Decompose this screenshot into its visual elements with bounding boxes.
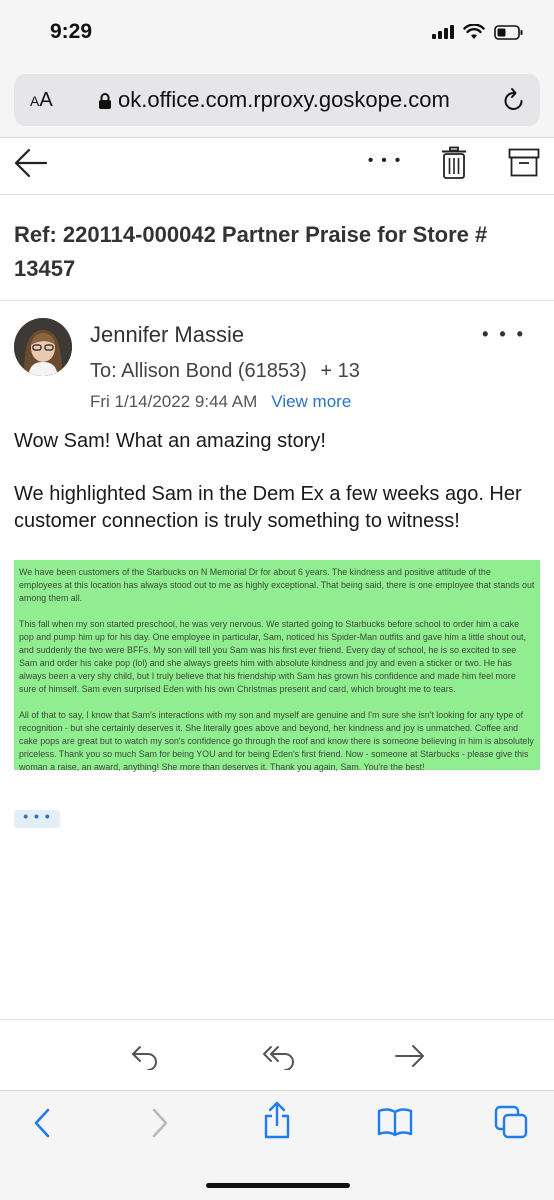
back-arrow-icon[interactable]	[14, 148, 48, 178]
reload-icon[interactable]	[502, 87, 526, 113]
address-bar[interactable]: AA ok.office.com.rproxy.goskope.com	[14, 74, 540, 126]
browser-address-area: AA ok.office.com.rproxy.goskope.com	[0, 66, 554, 138]
email-subject: Ref: 220114-000042 Partner Praise for St…	[14, 222, 488, 281]
sender-name: Jennifer Massie	[90, 322, 245, 347]
mail-toolbar: • • •	[0, 138, 554, 194]
reply-actions	[0, 1020, 554, 1090]
status-icons	[432, 24, 524, 40]
to-label: To:	[90, 360, 117, 382]
status-time: 9:29	[50, 20, 93, 43]
show-trimmed-content-button[interactable]: • • •	[14, 809, 60, 828]
share-icon[interactable]	[262, 1101, 292, 1139]
forward-icon[interactable]	[394, 1044, 426, 1068]
quoted-paragraph-3: All of that to say, I know that Sam's in…	[19, 710, 534, 772]
view-more-link[interactable]: View more	[271, 392, 351, 411]
reader-settings-button[interactable]: AA	[30, 89, 53, 112]
date-line: Fri 1/14/2022 9:44 AM View more	[90, 392, 351, 412]
trash-icon[interactable]	[440, 146, 468, 180]
url-text[interactable]: ok.office.com.rproxy.goskope.com	[118, 87, 492, 113]
quoted-message: We have been customers of the Starbucks …	[14, 560, 540, 772]
bookmarks-icon[interactable]	[377, 1107, 413, 1137]
archive-icon[interactable]	[508, 148, 540, 178]
subject-divider	[0, 300, 554, 301]
message-more-button[interactable]: • • •	[482, 324, 526, 345]
tabs-icon[interactable]	[494, 1105, 528, 1139]
wifi-icon	[463, 24, 485, 39]
reply-icon[interactable]	[130, 1044, 160, 1070]
home-indicator[interactable]	[206, 1183, 350, 1188]
browser-back-icon[interactable]	[32, 1107, 52, 1139]
body-line-1: Wow Sam! What an amazing story!	[14, 430, 326, 452]
lock-icon	[99, 93, 111, 109]
sender-avatar[interactable]	[14, 318, 72, 376]
sent-date: Fri 1/14/2022 9:44 AM	[90, 392, 258, 411]
recipient-name: Allison Bond (61853)	[121, 360, 307, 382]
reply-all-icon[interactable]	[262, 1044, 296, 1070]
toolbar-divider	[0, 194, 554, 195]
browser-bottom-toolbar	[0, 1090, 554, 1200]
recipients-line[interactable]: To: Allison Bond (61853) + 13	[90, 360, 360, 383]
status-bar: 9:29	[0, 0, 554, 66]
quoted-paragraph-2: This fall when my son started preschool,…	[19, 619, 526, 694]
browser-forward-icon[interactable]	[150, 1107, 170, 1139]
more-options-button[interactable]: • • •	[368, 152, 402, 169]
avatar-photo	[14, 318, 72, 376]
cellular-signal-icon	[432, 25, 454, 39]
recipient-count: + 13	[320, 360, 360, 382]
quoted-paragraph-1: We have been customers of the Starbucks …	[19, 567, 535, 603]
body-line-2: We highlighted Sam in the Dem Ex a few w…	[14, 483, 522, 532]
battery-icon	[494, 24, 523, 40]
